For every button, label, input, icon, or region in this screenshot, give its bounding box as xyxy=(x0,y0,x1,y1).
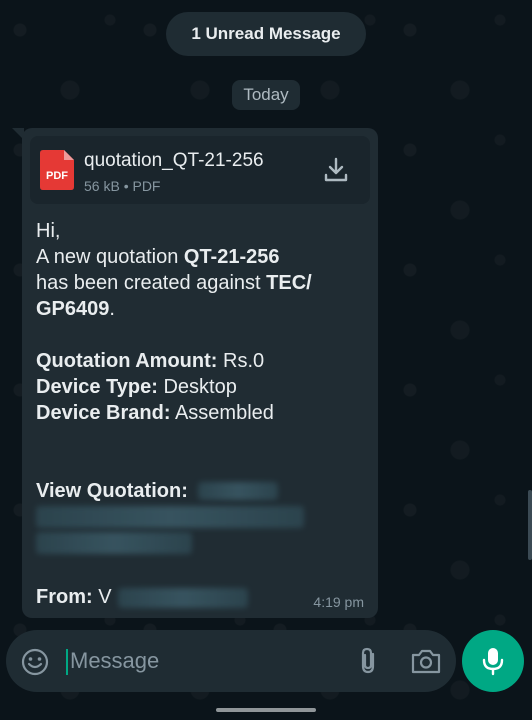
from-label: From: xyxy=(36,586,93,608)
microphone-icon xyxy=(482,648,504,676)
message-composer xyxy=(6,630,456,692)
text-caret xyxy=(66,649,68,675)
device-brand-line: Device Brand: Assembled xyxy=(36,400,274,426)
greeting-text: Hi, xyxy=(36,220,61,242)
scrollbar[interactable] xyxy=(528,490,532,560)
created-against-prefix: has been created against xyxy=(36,272,267,294)
svg-text:PDF: PDF xyxy=(46,170,68,182)
home-indicator xyxy=(216,708,316,712)
message-timestamp: 4:19 pm xyxy=(313,594,364,610)
device-type-label: Device Type: xyxy=(36,376,158,398)
target-line-suffix: . xyxy=(109,298,115,320)
emoji-icon[interactable] xyxy=(20,647,50,677)
download-icon[interactable] xyxy=(322,156,350,184)
device-type-line: Device Type: Desktop xyxy=(36,374,237,400)
device-brand-value: Assembled xyxy=(170,402,274,424)
quotation-id: QT-21-256 xyxy=(183,246,280,268)
document-file-name: quotation_QT-21-256 xyxy=(84,150,264,171)
created-against-line: has been created against TEC/ xyxy=(36,270,312,296)
quotation-amount-line: Quotation Amount: Rs.0 xyxy=(36,348,264,374)
target-id-part-a: TEC/ xyxy=(266,272,312,294)
paperclip-icon[interactable] xyxy=(354,646,384,676)
date-chip: Today xyxy=(232,80,300,110)
redacted-link[interactable] xyxy=(36,506,304,528)
view-quotation-label: View Quotation: xyxy=(36,480,188,502)
unread-messages-banner: 1 Unread Message xyxy=(166,12,366,56)
microphone-button[interactable] xyxy=(462,630,524,692)
camera-icon[interactable] xyxy=(410,646,442,676)
target-id-part-b: GP6409 xyxy=(36,298,110,320)
redacted-link-tail[interactable] xyxy=(36,532,192,554)
from-value: V xyxy=(92,586,112,608)
redacted-sender xyxy=(118,588,248,608)
document-meta: 56 kB • PDF xyxy=(84,178,161,194)
quotation-line-prefix: A new quotation xyxy=(36,246,184,268)
document-attachment[interactable]: PDF quotation_QT-21-256 56 kB • PDF xyxy=(30,136,370,204)
redacted-link-part xyxy=(198,482,278,500)
device-brand-label: Device Brand: xyxy=(36,402,171,424)
from-line: From: V xyxy=(36,584,112,610)
incoming-message-bubble[interactable]: PDF quotation_QT-21-256 56 kB • PDF Hi, … xyxy=(22,128,378,618)
quotation-amount-value: Rs.0 xyxy=(217,350,265,372)
quotation-amount-label: Quotation Amount: xyxy=(36,350,218,372)
pdf-file-icon: PDF xyxy=(40,150,74,190)
target-line: GP6409. xyxy=(36,296,115,322)
device-type-value: Desktop xyxy=(157,376,237,398)
quotation-line: A new quotation QT-21-256 xyxy=(36,244,280,270)
message-input[interactable] xyxy=(70,642,340,680)
